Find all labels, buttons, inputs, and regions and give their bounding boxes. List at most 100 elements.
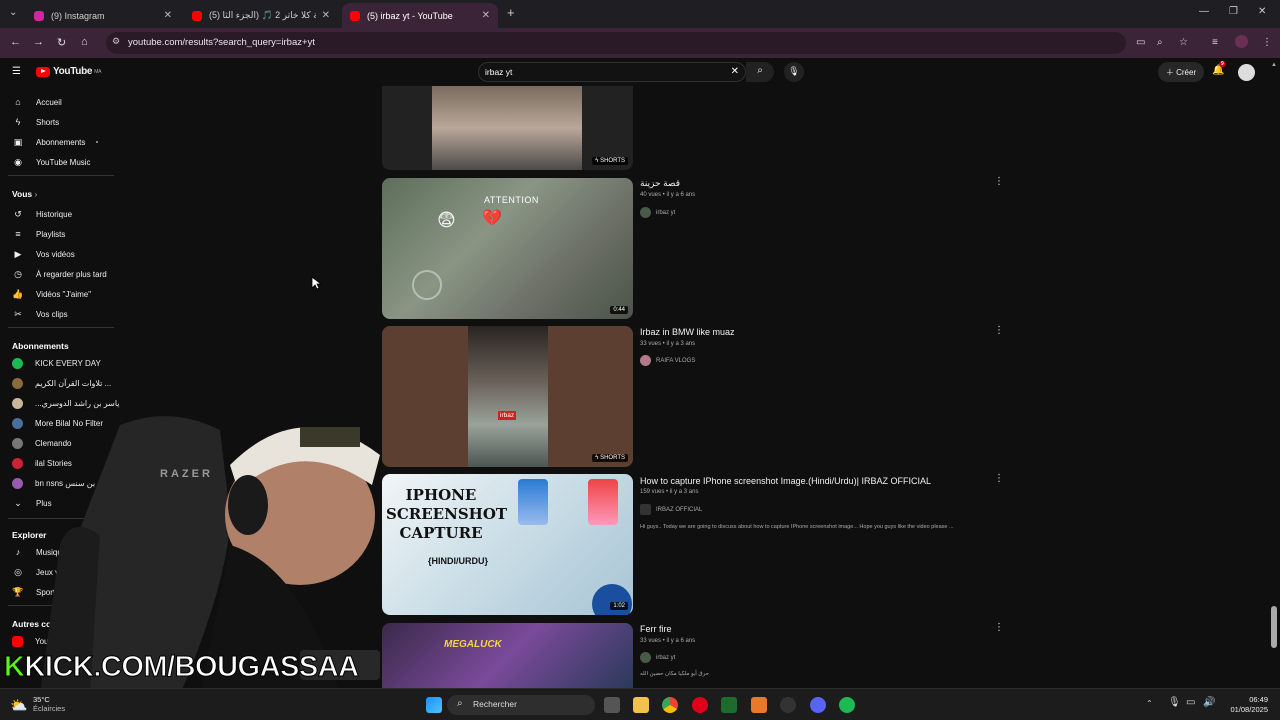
obs-icon[interactable] (780, 697, 796, 713)
kick-prefix: K (3, 651, 25, 684)
channel-link[interactable]: irbaz yt (640, 652, 675, 663)
video-description: حرق أيو ملكيا مكان حصين الله (640, 671, 710, 677)
video-thumbnail[interactable]: ϟ SHORTS (382, 86, 633, 170)
tab-label: (5) أغنية كلا خاتر 2 🎵 (الجزء الثا... (209, 10, 316, 20)
windows-start-icon[interactable] (426, 697, 442, 713)
clear-search-icon[interactable]: ✕ (731, 66, 739, 77)
shorts-badge: ϟ SHORTS (592, 454, 628, 462)
search-button[interactable]: ⌕ (746, 62, 774, 82)
video-thumbnail[interactable]: irbaz ϟ SHORTS (382, 326, 633, 467)
channel-link[interactable]: irbaz yt (640, 207, 675, 218)
create-button[interactable]: ＋ Créer (1158, 62, 1204, 82)
mouse-cursor-icon (311, 276, 321, 290)
tab-close-icon[interactable]: ✕ (482, 10, 490, 21)
new-tab-button[interactable]: + (507, 5, 515, 20)
taskbar-search[interactable]: ⌕ Rechercher (447, 695, 595, 715)
cast-icon[interactable]: ▭ (1136, 37, 1145, 48)
tab-instagram[interactable]: (9) Instagram ✕ (26, 3, 180, 28)
minimize-button[interactable]: — (1199, 6, 1209, 17)
terminal-icon[interactable] (721, 697, 737, 713)
network-icon[interactable]: ▭ (1186, 697, 1195, 708)
url-text: youtube.com/results?search_query=irbaz+y… (128, 37, 315, 48)
back-icon[interactable]: ← (10, 36, 21, 48)
tab-close-icon[interactable]: ✕ (164, 10, 172, 21)
video-title[interactable]: Irbaz in BMW like muaz (640, 327, 735, 337)
site-info-icon[interactable]: ⚙ (112, 36, 120, 47)
address-toolbar: ← → ↻ ⌂ ⚙ youtube.com/results?search_que… (0, 28, 1280, 58)
forward-icon[interactable]: → (33, 36, 44, 48)
reading-list-icon[interactable]: ≡ (1212, 37, 1218, 48)
channel-link[interactable]: IRBAZ OFFICIAL (640, 504, 702, 515)
sidebar-sub-item[interactable]: KICK EVERY DAY (12, 355, 101, 371)
section-title: Abonnements (12, 341, 69, 351)
profile-avatar[interactable] (1235, 35, 1248, 48)
scroll-up-icon[interactable]: ▲ (1271, 62, 1277, 68)
sidebar-item-playlists[interactable]: ≡ Playlists (12, 226, 65, 242)
sidebar-item-clips[interactable]: ✂ Vos clips (12, 306, 67, 322)
sidebar-item-shorts[interactable]: ϟ Shorts (12, 114, 60, 130)
chevron-up-icon[interactable]: ⌃ (1146, 699, 1153, 708)
broken-heart-icon: 💔 (482, 210, 502, 227)
maximize-button[interactable]: ❐ (1229, 6, 1238, 17)
sidebar-sub-item[interactable]: تلاوات القرآن الكريم ... (12, 375, 111, 391)
weather-icon[interactable]: ⛅ (10, 697, 27, 714)
discord-icon[interactable] (810, 697, 826, 713)
tab-search-icon[interactable]: ⌄ (9, 7, 17, 18)
scrollbar-thumb[interactable] (1271, 606, 1277, 648)
create-label: Créer (1176, 68, 1197, 77)
video-thumbnail[interactable]: IPHONE SCREENSHOT CAPTURE {HINDI/URDU} 1… (382, 474, 633, 615)
sidebar-item-liked-videos[interactable]: 👍 Vidéos "J'aime" (12, 286, 91, 302)
sidebar-item-watch-later[interactable]: ◷ À regarder plus tard (12, 266, 107, 282)
sidebar-item-youtube-music[interactable]: ◉ YouTube Music (12, 154, 91, 170)
bookmark-star-icon[interactable]: ☆ (1179, 37, 1188, 48)
phone-image (588, 479, 618, 525)
video-menu-kebab-icon[interactable]: ⋮ (994, 325, 1004, 336)
video-meta: 33 vues • il y a 3 ans (640, 341, 696, 347)
channel-avatar (640, 504, 651, 515)
thumbnail-image (432, 86, 582, 170)
task-view-icon[interactable] (604, 697, 620, 713)
tab-song[interactable]: (5) أغنية كلا خاتر 2 🎵 (الجزء الثا... ✕ (184, 3, 338, 28)
file-explorer-icon[interactable] (633, 697, 649, 713)
menu-kebab-icon[interactable]: ⋮ (1262, 37, 1272, 48)
video-thumbnail[interactable]: MEGALUCK (382, 623, 633, 688)
zoom-icon[interactable]: ⌕ (1157, 37, 1163, 48)
voice-search-button[interactable]: 🎙 (784, 62, 804, 82)
sidebar-item-subscriptions[interactable]: ▣ Abonnements (12, 134, 86, 150)
video-title[interactable]: How to capture IPhone screenshot Image.(… (640, 476, 931, 486)
you-section-header[interactable]: Vous › (12, 189, 37, 199)
video-title[interactable]: قصة حزينة (640, 178, 680, 189)
notifications-bell-icon[interactable]: 🔔 9 (1212, 61, 1226, 76)
system-clock[interactable]: 06:49 01/08/2025 (1224, 695, 1268, 715)
divider (8, 327, 114, 328)
volume-icon[interactable]: 🔊 (1203, 697, 1215, 708)
video-menu-kebab-icon[interactable]: ⋮ (994, 473, 1004, 484)
video-menu-kebab-icon[interactable]: ⋮ (994, 176, 1004, 187)
tab-youtube-active[interactable]: (5) irbaz yt - YouTube ✕ (342, 3, 498, 28)
tab-close-icon[interactable]: ✕ (322, 10, 330, 21)
weather-widget[interactable]: 35°C Éclaircies (33, 695, 65, 713)
account-avatar[interactable] (1238, 64, 1255, 81)
reload-icon[interactable]: ↻ (57, 36, 66, 49)
video-menu-kebab-icon[interactable]: ⋮ (994, 622, 1004, 633)
video-title[interactable]: Ferr fire (640, 624, 672, 634)
url-field[interactable]: ⚙ youtube.com/results?search_query=irbaz… (106, 32, 1126, 54)
duration-badge: 1:02 (610, 602, 628, 610)
sidebar-item-home[interactable]: ⌂ Accueil (12, 94, 62, 110)
channel-link[interactable]: RAIFA VLOGS (640, 355, 695, 366)
chrome-icon[interactable] (662, 697, 678, 713)
sidebar-item-history[interactable]: ↺ Historique (12, 206, 72, 222)
search-input[interactable]: irbaz yt ✕ (478, 62, 746, 82)
microphone-icon[interactable]: 🎙 (1168, 697, 1181, 708)
duration-badge: 0:44 (610, 306, 628, 314)
video-meta: 40 vues • il y a 6 ans (640, 192, 696, 198)
channel-avatar (12, 377, 23, 389)
sidebar-item-your-videos[interactable]: ▶ Vos vidéos (12, 246, 75, 262)
opera-icon[interactable] (692, 697, 708, 713)
home-icon[interactable]: ⌂ (81, 36, 88, 48)
window-close-button[interactable]: ✕ (1258, 6, 1266, 17)
app-icon[interactable] (751, 697, 767, 713)
video-thumbnail[interactable]: ATTENTION 😨 💔 0:44 (382, 178, 633, 319)
music-icon: ◉ (14, 156, 22, 167)
spotify-icon[interactable] (839, 697, 855, 713)
